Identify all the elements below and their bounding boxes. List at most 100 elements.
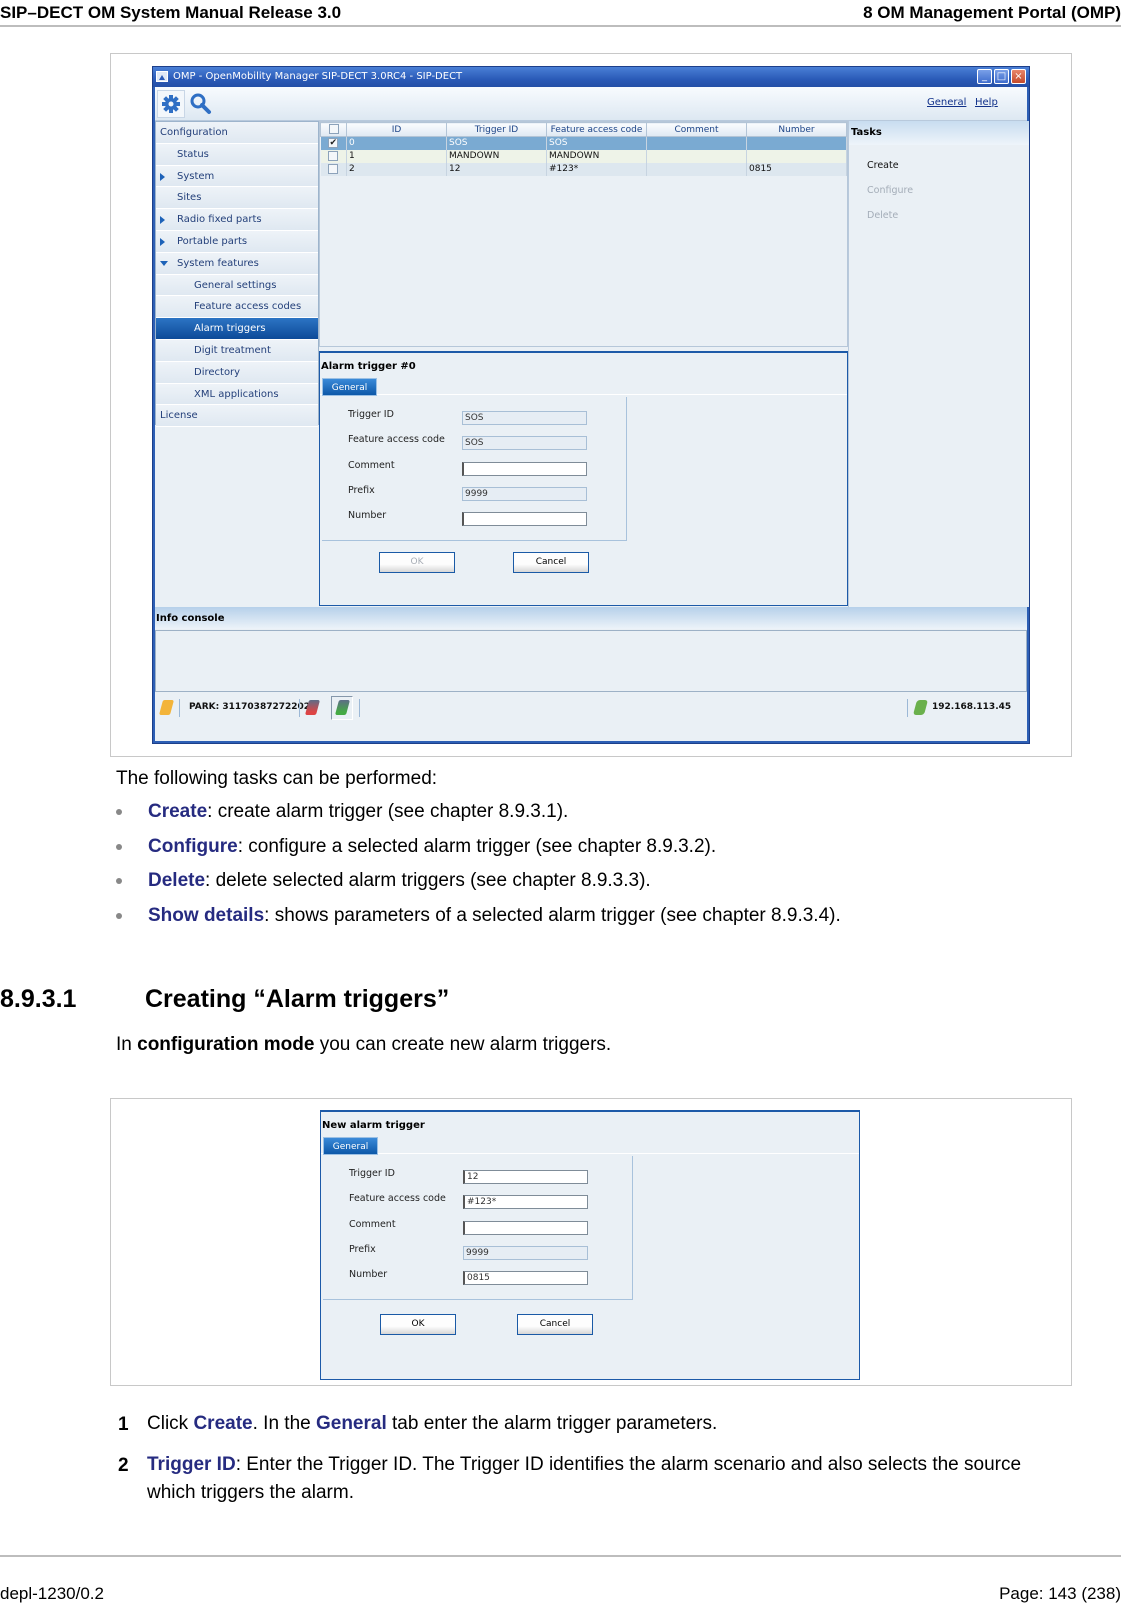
page-header-chapter: 8 OM Management Portal (OMP) bbox=[863, 3, 1121, 22]
checkbox-unchecked[interactable] bbox=[328, 150, 339, 161]
phone-offline-icon[interactable] bbox=[304, 700, 321, 715]
sidebar-item-sites[interactable]: Sites bbox=[156, 187, 318, 210]
close-button[interactable]: × bbox=[1011, 69, 1026, 84]
cancel-button[interactable]: Cancel bbox=[517, 1314, 593, 1335]
omp-window: OMP - OpenMobility Manager SIP-DECT 3.0R… bbox=[152, 66, 1030, 744]
column-header-number[interactable]: Number bbox=[746, 122, 847, 137]
table-cell: 12 bbox=[446, 162, 547, 176]
sidebar-item-label: General settings bbox=[194, 279, 277, 291]
sidebar-item-label: Directory bbox=[194, 366, 241, 378]
sidebar-item-digit-treatment[interactable]: Digit treatment bbox=[156, 339, 318, 362]
table-row[interactable]: 1 MANDOWN MANDOWN bbox=[320, 149, 847, 163]
column-header-comment[interactable]: Comment bbox=[646, 122, 747, 137]
toolbar: General Help bbox=[155, 87, 1027, 121]
sidebar-item-license[interactable]: License bbox=[156, 405, 318, 428]
number-field[interactable] bbox=[462, 512, 587, 527]
bullet-dot-icon bbox=[116, 878, 122, 884]
caret-down-icon[interactable] bbox=[160, 260, 168, 266]
checkbox-unchecked[interactable] bbox=[328, 163, 339, 174]
sidebar-item-feature-access-codes[interactable]: Feature access codes bbox=[156, 296, 318, 319]
bullet-description: : delete selected alarm triggers (see ch… bbox=[205, 870, 651, 891]
cancel-button[interactable]: Cancel bbox=[513, 552, 589, 573]
sidebar-item-label: System features bbox=[177, 257, 259, 269]
minimize-button[interactable]: _ bbox=[977, 69, 992, 84]
row-checkbox[interactable] bbox=[320, 149, 347, 163]
bullet-keyword: Configure bbox=[148, 835, 238, 857]
step-text: Click Create. In the General tab enter t… bbox=[147, 1410, 1027, 1438]
help-link[interactable]: Help bbox=[975, 97, 998, 108]
sidebar-item-label: Portable parts bbox=[177, 235, 248, 247]
trigger-id-field: SOS bbox=[462, 411, 587, 425]
row-checkbox[interactable] bbox=[320, 162, 347, 176]
row-checkbox[interactable]: ✔ bbox=[320, 136, 347, 150]
bullet-text: Delete: delete selected alarm triggers (… bbox=[148, 870, 651, 892]
tab-general[interactable]: General bbox=[323, 1137, 378, 1155]
search-icon[interactable] bbox=[187, 90, 215, 118]
table-cell bbox=[646, 136, 747, 150]
sidebar-item-configuration[interactable]: Configuration bbox=[156, 122, 318, 144]
table-cell: #123* bbox=[546, 162, 647, 176]
column-header-id[interactable]: ID bbox=[346, 122, 447, 137]
sidebar-item-portable-parts[interactable]: Portable parts bbox=[156, 230, 318, 253]
caret-right-icon[interactable] bbox=[160, 216, 165, 225]
status-separator bbox=[907, 699, 908, 717]
tab-general[interactable]: General bbox=[322, 378, 377, 396]
page-header-title: SIP–DECT OM System Manual Release 3.0 bbox=[0, 3, 342, 22]
checkbox-checked[interactable]: ✔ bbox=[328, 138, 339, 148]
bullet-dot-icon bbox=[116, 912, 122, 919]
table-row[interactable]: ✔ 0 SOS SOS bbox=[320, 136, 847, 150]
task-create[interactable]: Create bbox=[867, 160, 899, 171]
step-number: 1 bbox=[118, 1414, 129, 1435]
bullet-description: : configure a selected alarm trigger (se… bbox=[237, 835, 717, 857]
prefix-label: Prefix bbox=[349, 1243, 376, 1255]
feature-access-code-field[interactable]: #123* bbox=[463, 1195, 588, 1210]
number-label: Number bbox=[348, 510, 387, 522]
task-configure[interactable]: Configure bbox=[867, 185, 913, 196]
window-title: OMP - OpenMobility Manager SIP-DECT 3.0R… bbox=[173, 71, 463, 82]
sidebar-item-alarm-triggers[interactable]: Alarm triggers bbox=[156, 318, 318, 340]
sidebar-item-status[interactable]: Status bbox=[156, 143, 318, 166]
column-header-trigger-id[interactable]: Trigger ID bbox=[446, 122, 547, 137]
column-header-feature-access-code[interactable]: Feature access code bbox=[546, 122, 647, 137]
sidebar-item-xml-applications[interactable]: XML applications bbox=[156, 383, 318, 406]
info-console bbox=[155, 630, 1027, 692]
table-cell: SOS bbox=[446, 136, 547, 150]
gear-icon[interactable] bbox=[157, 90, 185, 118]
document-id: depl-1230/0.2 bbox=[0, 1584, 104, 1603]
comment-field[interactable] bbox=[462, 461, 587, 476]
sidebar-item-radio-fixed-parts[interactable]: Radio fixed parts bbox=[156, 209, 318, 231]
connection-icon bbox=[912, 700, 929, 715]
caret-right-icon[interactable] bbox=[160, 237, 165, 246]
sidebar-item-system[interactable]: System bbox=[156, 165, 318, 188]
section-intro-text: In bbox=[116, 1034, 138, 1055]
sidebar-item-system-features[interactable]: System features bbox=[156, 252, 318, 275]
number-field[interactable]: 0815 bbox=[463, 1271, 588, 1286]
park-status: PARK: 31170387272202 bbox=[189, 702, 311, 712]
general-form: Trigger ID SOS Feature access code SOS Comme… bbox=[322, 397, 627, 541]
sidebar-item-directory[interactable]: Directory bbox=[156, 361, 318, 384]
section-intro: In configuration mode you can create new… bbox=[116, 1034, 611, 1056]
sidebar-item-label: Digit treatment bbox=[194, 344, 271, 356]
header-divider bbox=[0, 25, 1121, 27]
bullet-description: : shows parameters of a selected alarm t… bbox=[264, 904, 841, 926]
select-all-checkbox[interactable] bbox=[320, 122, 347, 137]
table-row[interactable]: 2 12 #123* 0815 bbox=[320, 162, 847, 176]
bullet-keyword: Delete bbox=[148, 870, 206, 891]
ok-button[interactable]: OK bbox=[379, 552, 455, 573]
step-text-part: . In the bbox=[252, 1413, 316, 1434]
comment-field[interactable] bbox=[463, 1220, 588, 1235]
ok-button[interactable]: OK bbox=[380, 1314, 456, 1335]
section-number: 8.9.3.1 bbox=[0, 985, 77, 1013]
task-delete[interactable]: Delete bbox=[867, 210, 898, 221]
maximize-button[interactable]: □ bbox=[994, 69, 1009, 84]
window-titlebar[interactable]: OMP - OpenMobility Manager SIP-DECT 3.0R… bbox=[153, 67, 1029, 87]
step-text-part: tab enter the alarm trigger parameters. bbox=[386, 1413, 718, 1434]
section-intro-text: you can create new alarm triggers. bbox=[314, 1034, 612, 1055]
bullet-keyword: Create bbox=[148, 801, 208, 822]
bullet-description: : create alarm trigger (see chapter 8.9.… bbox=[207, 801, 569, 822]
general-link[interactable]: General bbox=[927, 97, 966, 108]
trigger-id-field[interactable]: 12 bbox=[463, 1170, 588, 1184]
step-text: Trigger ID: Enter the Trigger ID. The Tr… bbox=[147, 1451, 1027, 1507]
caret-right-icon[interactable] bbox=[160, 172, 165, 181]
sidebar-item-general-settings[interactable]: General settings bbox=[156, 274, 318, 297]
